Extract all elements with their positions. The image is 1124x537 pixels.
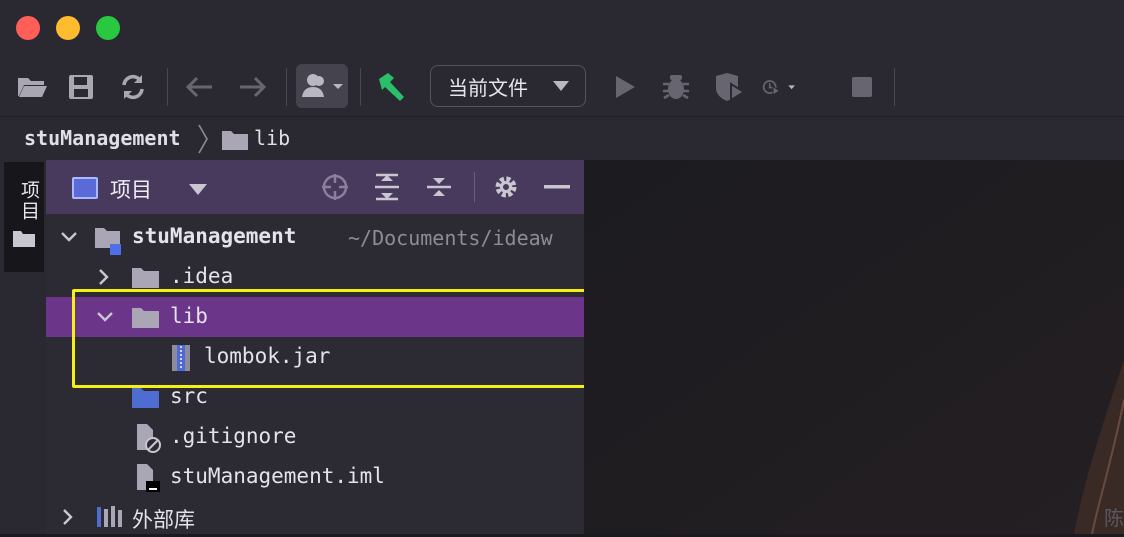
ignore-file-icon xyxy=(137,424,161,453)
run-icon[interactable] xyxy=(608,70,642,104)
tree-label-root: stuManagement xyxy=(132,224,297,248)
maximize-window-button[interactable] xyxy=(96,16,120,40)
tree-label-lib: lib xyxy=(170,304,208,328)
library-icon xyxy=(97,506,122,527)
folder-icon xyxy=(132,268,159,288)
tree-row-lib[interactable]: lib xyxy=(46,297,584,337)
tree-row-idea[interactable]: .idea xyxy=(46,257,584,297)
minimize-window-button[interactable] xyxy=(56,16,80,40)
tree-row-iml[interactable]: stuManagement.iml xyxy=(46,457,584,497)
profile-icon[interactable] xyxy=(762,70,796,104)
tree-row-src[interactable]: src xyxy=(46,377,584,417)
minimize-panel-icon[interactable] xyxy=(542,172,572,202)
stop-icon[interactable] xyxy=(845,70,879,104)
collapse-all-icon[interactable] xyxy=(424,172,454,202)
debug-icon[interactable] xyxy=(659,70,693,104)
editor-partial-text: 陈 xyxy=(1104,506,1124,530)
coverage-icon[interactable] xyxy=(712,70,746,104)
tree-label-iml: stuManagement.iml xyxy=(170,464,385,488)
tree-row-external-libraries[interactable]: 外部库 xyxy=(46,497,584,537)
chevron-down-icon xyxy=(553,81,569,91)
locate-file-icon[interactable] xyxy=(320,172,350,202)
user-menu-button[interactable] xyxy=(296,64,348,108)
project-tool-tab[interactable]: 项目 xyxy=(4,162,44,272)
folder-icon xyxy=(222,131,248,150)
source-folder-icon xyxy=(132,388,159,408)
tree-root-path: ~/Documents/ideaw xyxy=(348,226,553,250)
project-tab-label: 项目 xyxy=(18,180,40,222)
toolbar-separator xyxy=(286,68,287,106)
tree-row-gitignore[interactable]: .gitignore xyxy=(46,417,584,457)
panel-header-separator xyxy=(474,172,475,202)
tree-row-lombok-jar[interactable]: lombok.jar xyxy=(46,337,584,377)
folder-icon xyxy=(132,308,159,328)
run-config-label: 当前文件 xyxy=(448,75,528,100)
tree-label-gitignore: .gitignore xyxy=(170,424,297,448)
sync-icon[interactable] xyxy=(116,70,150,104)
build-hammer-icon[interactable] xyxy=(374,70,408,104)
project-panel: 项目 stuManagement ~/Documents/ideaw .idea… xyxy=(46,160,584,534)
window-titlebar xyxy=(0,0,1124,56)
chevron-down-icon[interactable] xyxy=(188,184,208,196)
back-icon[interactable] xyxy=(182,70,216,104)
breadcrumb-lib[interactable]: lib xyxy=(254,126,290,150)
run-config-select[interactable]: 当前文件 xyxy=(430,65,586,107)
module-file-icon xyxy=(137,464,160,492)
forward-icon[interactable] xyxy=(236,70,270,104)
panel-title[interactable]: 项目 xyxy=(110,174,152,204)
chevron-down-icon[interactable] xyxy=(96,311,114,323)
breadcrumb-separator-icon xyxy=(198,124,208,154)
tree-label-src: src xyxy=(170,384,208,408)
folder-icon xyxy=(13,231,35,247)
toolbar-separator xyxy=(360,68,361,106)
toolbar-separator xyxy=(894,68,895,106)
close-window-button[interactable] xyxy=(16,16,40,40)
chevron-right-icon[interactable] xyxy=(98,268,110,286)
background-image xyxy=(584,160,1124,534)
breadcrumb-root[interactable]: stuManagement xyxy=(24,126,181,150)
project-view-icon xyxy=(72,177,98,199)
tree-label-jar: lombok.jar xyxy=(204,344,331,368)
editor-area: 陈 xyxy=(584,160,1124,534)
tree-label-idea: .idea xyxy=(170,264,234,288)
toolbar-separator xyxy=(167,68,168,106)
chevron-down-icon[interactable] xyxy=(60,231,78,243)
open-folder-icon[interactable] xyxy=(15,70,49,104)
jar-archive-icon xyxy=(172,345,190,371)
save-icon[interactable] xyxy=(64,70,98,104)
expand-all-icon[interactable] xyxy=(372,172,402,202)
project-tree: stuManagement ~/Documents/ideaw .idea li… xyxy=(46,214,584,534)
user-icon xyxy=(302,74,343,97)
tree-label-external: 外部库 xyxy=(132,508,195,532)
breadcrumb: stuManagement lib xyxy=(0,116,1124,160)
project-panel-header: 项目 xyxy=(46,160,584,214)
main-toolbar: 当前文件 xyxy=(0,56,1124,116)
module-folder-icon xyxy=(95,228,121,255)
tree-row-root[interactable]: stuManagement ~/Documents/ideaw xyxy=(46,217,584,257)
gear-icon[interactable] xyxy=(491,172,521,202)
chevron-right-icon[interactable] xyxy=(62,508,74,526)
